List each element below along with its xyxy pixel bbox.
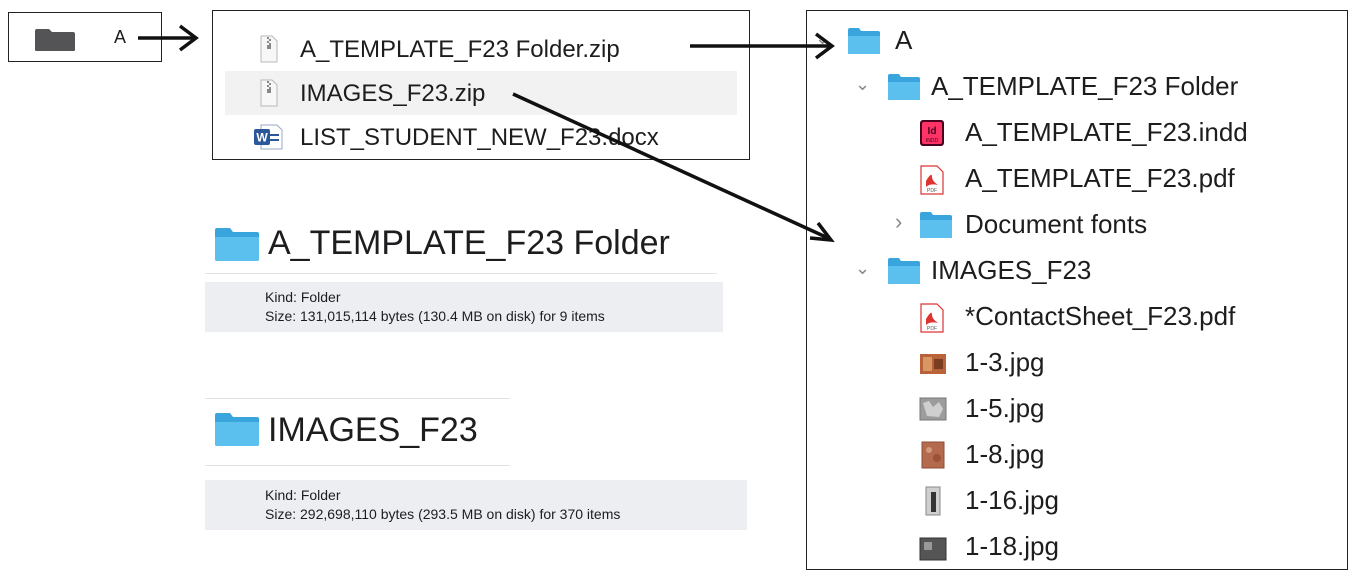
chevron-right-icon[interactable]: › (895, 209, 902, 235)
folder-icon (847, 27, 881, 60)
tree-item-label: 1-8.jpg (965, 439, 1045, 469)
image-thumbnail-icon (919, 537, 947, 566)
folder-icon (919, 211, 953, 244)
pdf-file-icon: PDF (919, 303, 945, 338)
image-thumbnail-icon (925, 486, 941, 521)
tree-item-label: A_TEMPLATE_F23.indd (965, 117, 1248, 147)
tree-item-label: IMAGES_F23 (931, 255, 1092, 285)
page-title: A_TEMPLATE_F23 Folder (268, 224, 670, 262)
pdf-file-icon: PDF (919, 165, 945, 200)
tree-row-file[interactable]: Id INDD A_TEMPLATE_F23.indd (807, 111, 1347, 157)
tree-item-label: 1-16.jpg (965, 485, 1059, 515)
zip-file-icon (259, 79, 279, 112)
chevron-down-icon[interactable]: ⌄ (815, 28, 830, 49)
tree-row-template-folder[interactable]: ⌄ A_TEMPLATE_F23 Folder (807, 65, 1347, 111)
kind-value: Folder (300, 487, 341, 503)
tree-item-label: *ContactSheet_F23.pdf (965, 301, 1236, 331)
tree-row-file[interactable]: 1-16.jpg (807, 479, 1347, 525)
image-thumbnail-icon (921, 441, 945, 474)
svg-text:INDD: INDD (926, 138, 939, 144)
svg-text:Id: Id (928, 126, 937, 137)
file-name: A_TEMPLATE_F23 Folder.zip (300, 36, 620, 63)
tree-item-label: 1-3.jpg (965, 347, 1045, 377)
chevron-down-icon[interactable]: ⌄ (855, 74, 870, 95)
list-item[interactable]: A_TEMPLATE_F23 Folder.zip (225, 27, 737, 71)
folder-icon (213, 411, 261, 452)
zip-file-listing: A_TEMPLATE_F23 Folder.zip IMAGES_F23.zip… (212, 10, 750, 160)
word-doc-icon: W (253, 124, 285, 155)
arrow-a-to-zip-head (178, 24, 199, 52)
size-label: Size: (265, 308, 297, 324)
tree-row-images-folder[interactable]: ⌄ IMAGES_F23 (807, 249, 1347, 295)
info-panel: Kind: Folder Size: 131,015,114 bytes (13… (205, 282, 723, 332)
folder-a-label: A (114, 27, 127, 47)
tree-row-file[interactable]: 1-18.jpg (807, 525, 1347, 571)
kind-value: Folder (300, 289, 341, 305)
page-title: IMAGES_F23 (268, 411, 478, 449)
tree-item-label: A (895, 25, 913, 55)
size-value: 292,698,110 bytes (293.5 MB on disk) for… (300, 506, 621, 522)
folder-icon (887, 257, 921, 290)
folder-a-box: A (8, 12, 162, 62)
tree-item-label: Document fonts (965, 209, 1148, 239)
folder-icon (213, 226, 261, 267)
info-panel: Kind: Folder Size: 292,698,110 bytes (29… (205, 480, 747, 530)
tree-row-file[interactable]: 1-3.jpg (807, 341, 1347, 387)
indesign-file-icon: Id INDD (919, 119, 945, 152)
tree-row-file[interactable]: PDF A_TEMPLATE_F23.pdf (807, 157, 1347, 203)
kind-label: Kind: (265, 289, 297, 305)
tree-item-label: A_TEMPLATE_F23 Folder (931, 71, 1239, 101)
divider (205, 465, 510, 466)
divider (205, 273, 717, 274)
tree-item-label: 1-5.jpg (965, 393, 1045, 423)
tree-row-file[interactable]: PDF *ContactSheet_F23.pdf (807, 295, 1347, 341)
tree-item-label: 1-18.jpg (965, 531, 1059, 561)
svg-text:PDF: PDF (927, 188, 937, 194)
image-thumbnail-icon (919, 397, 947, 426)
folder-icon (887, 73, 921, 106)
tree-item-label: A_TEMPLATE_F23.pdf (965, 163, 1235, 193)
list-item-selected[interactable]: IMAGES_F23.zip (225, 71, 737, 115)
tree-row-fonts-folder[interactable]: › Document fonts (807, 203, 1347, 249)
info-template-folder: A_TEMPLATE_F23 Folder Kind: Folder Size:… (205, 222, 723, 332)
folder-icon (34, 28, 76, 57)
image-thumbnail-icon (919, 353, 947, 380)
svg-text:W: W (256, 131, 268, 145)
size-label: Size: (265, 506, 297, 522)
zip-file-icon (259, 35, 279, 68)
size-value: 131,015,114 bytes (130.4 MB on disk) for… (300, 308, 605, 324)
finder-tree-view: ⌄ A ⌄ A_TEMPLATE_F23 Folder Id INDD A_TEM… (806, 10, 1348, 570)
file-name: IMAGES_F23.zip (300, 80, 486, 107)
file-name: LIST_STUDENT_NEW_F23.docx (300, 124, 659, 151)
info-images-folder: IMAGES_F23 Kind: Folder Size: 292,698,11… (205, 398, 747, 530)
tree-row-file[interactable]: 1-8.jpg (807, 433, 1347, 479)
kind-label: Kind: (265, 487, 297, 503)
tree-row-folder-a[interactable]: ⌄ A (807, 19, 1347, 65)
tree-row-file[interactable]: 1-5.jpg (807, 387, 1347, 433)
chevron-down-icon[interactable]: ⌄ (855, 258, 870, 279)
list-item[interactable]: W LIST_STUDENT_NEW_F23.docx (225, 115, 737, 159)
svg-text:PDF: PDF (927, 326, 937, 332)
